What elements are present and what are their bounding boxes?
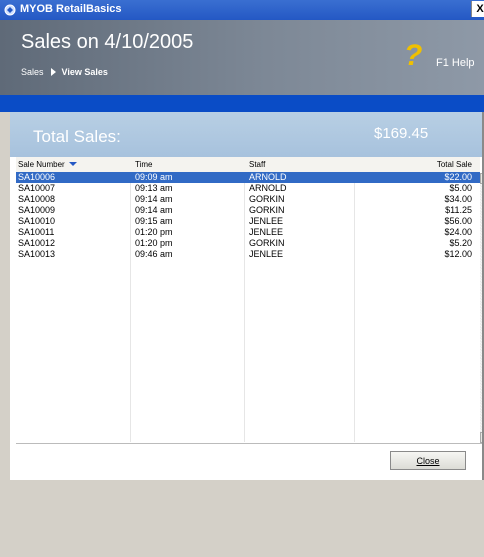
sale-number-cell: SA10011: [18, 227, 55, 237]
table-body: SA10006 09:09 am ARNOLD $22.00 SA10007 0…: [16, 172, 480, 442]
total-cell: $5.00: [449, 183, 472, 193]
total-cell: $56.00: [444, 216, 472, 226]
sale-number-cell: SA10013: [18, 249, 56, 259]
time-cell: 01:20 pm: [135, 227, 173, 237]
time-cell: 09:13 am: [135, 183, 173, 193]
table-row[interactable]: SA10010 09:15 am JENLEE $56.00: [16, 216, 480, 227]
sort-descending-icon: [68, 162, 77, 166]
page-header: Sales on 4/10/2005 Sales View Sales ? F1 …: [0, 20, 484, 95]
time-cell: 09:14 am: [135, 194, 173, 204]
total-sales-bar: Total Sales: $169.45: [10, 112, 484, 157]
breadcrumb-separator-icon: [50, 68, 56, 76]
total-cell: $5.20: [449, 238, 472, 248]
sales-panel: Total Sales: $169.45 Sale Number Time St…: [10, 112, 484, 480]
total-cell: $24.00: [444, 227, 472, 237]
total-sales-value: $169.45: [374, 125, 429, 142]
total-sales-label: Total Sales:: [33, 127, 121, 146]
page-title: Sales on 4/10/2005: [21, 31, 194, 53]
table-header: Sale Number Time Staff Total Sale: [16, 157, 480, 173]
accent-bar: [0, 95, 484, 112]
table-row[interactable]: SA10008 09:14 am GORKIN $34.00: [16, 194, 480, 205]
time-cell: 01:20 pm: [135, 238, 173, 248]
sale-number-cell: SA10012: [18, 238, 56, 248]
table-row[interactable]: SA10011 01:20 pm JENLEE $24.00: [16, 227, 480, 238]
table-row[interactable]: SA10009 09:14 am GORKIN $11.25: [16, 205, 480, 216]
sale-number-cell: SA10008: [18, 194, 56, 204]
table-row[interactable]: SA10006 09:09 am ARNOLD $22.00: [16, 172, 480, 183]
app-icon: [4, 4, 16, 16]
breadcrumb-sales[interactable]: Sales: [21, 67, 44, 77]
staff-cell: GORKIN: [249, 205, 285, 215]
staff-cell: ARNOLD: [249, 183, 287, 193]
staff-cell: ARNOLD: [249, 172, 287, 182]
breadcrumb: Sales View Sales: [21, 67, 108, 77]
window-titlebar: MYOB RetailBasics X: [0, 0, 484, 20]
column-header-staff[interactable]: Staff: [249, 160, 265, 169]
close-button[interactable]: Close: [390, 451, 466, 470]
time-cell: 09:46 am: [135, 249, 173, 259]
sales-table: Sale Number Time Staff Total Sale SA1000…: [16, 157, 484, 557]
column-header-total-sale[interactable]: Total Sale: [437, 160, 472, 169]
total-cell: $34.00: [444, 194, 472, 204]
column-header-sale-number[interactable]: Sale Number: [18, 160, 77, 169]
time-cell: 09:15 am: [135, 216, 173, 226]
close-button-label: Close: [416, 456, 440, 466]
table-row[interactable]: SA10007 09:13 am ARNOLD $5.00: [16, 183, 480, 194]
help-label[interactable]: F1 Help: [436, 57, 475, 69]
staff-cell: GORKIN: [249, 238, 285, 248]
total-cell: $22.00: [444, 172, 472, 182]
staff-cell: JENLEE: [249, 227, 284, 237]
breadcrumb-view-sales: View Sales: [61, 67, 108, 77]
sale-number-cell: SA10009: [18, 205, 56, 215]
sale-number-cell: SA10010: [18, 216, 56, 226]
total-cell: $12.00: [444, 249, 472, 259]
staff-cell: JENLEE: [249, 249, 284, 259]
question-mark-icon[interactable]: ?: [404, 39, 422, 73]
time-cell: 09:14 am: [135, 205, 173, 215]
time-cell: 09:09 am: [135, 172, 173, 182]
staff-cell: GORKIN: [249, 194, 285, 204]
window-title: MYOB RetailBasics: [20, 3, 122, 15]
table-row[interactable]: SA10013 09:46 am JENLEE $12.00: [16, 249, 480, 260]
sale-number-cell: SA10007: [18, 183, 56, 193]
window-close-button[interactable]: X: [471, 1, 484, 17]
total-cell: $11.25: [445, 205, 472, 215]
table-bottom-border: [16, 443, 484, 444]
sale-number-cell: SA10006: [18, 172, 56, 182]
column-header-time[interactable]: Time: [135, 160, 152, 169]
staff-cell: JENLEE: [249, 216, 284, 226]
table-row[interactable]: SA10012 01:20 pm GORKIN $5.20: [16, 238, 480, 249]
